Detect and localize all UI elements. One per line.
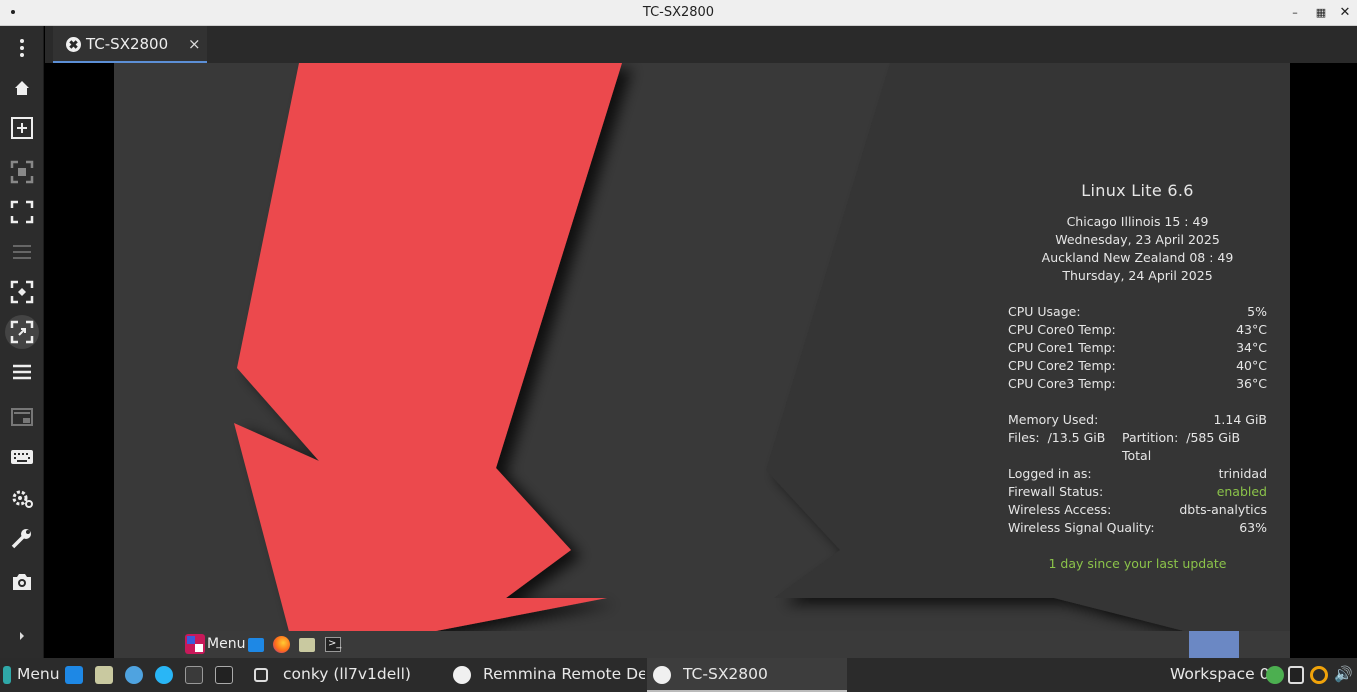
- scale-icon[interactable]: [5, 275, 39, 309]
- remote-workspace-indicator[interactable]: [1189, 631, 1239, 658]
- tray-volume-icon[interactable]: 🔊: [1334, 658, 1353, 692]
- local-files-icon[interactable]: [95, 666, 113, 684]
- local-menu-button[interactable]: Menu: [17, 658, 60, 692]
- local-desktop-icon[interactable]: [65, 666, 83, 684]
- task-remmina[interactable]: Remmina Remote De...: [483, 658, 645, 692]
- dynamic-resolution-icon[interactable]: [5, 315, 39, 349]
- core0-row: CPU Core0 Temp: 43°C: [1008, 322, 1267, 337]
- remote-firefox-icon[interactable]: [273, 636, 290, 653]
- update-status: 1 day since your last update: [1048, 556, 1227, 571]
- close-window-button[interactable]: ✕: [1335, 3, 1355, 23]
- remote-desktop-view[interactable]: Linux Lite 6.6 Chicago Illinois 15 : 49 …: [45, 63, 1357, 658]
- menu-dots-icon[interactable]: [5, 31, 39, 65]
- auckland-date: Thursday, 24 April 2025: [1062, 268, 1213, 283]
- tc-sx2800-app-icon: [653, 666, 671, 684]
- remote-desktop[interactable]: Linux Lite 6.6 Chicago Illinois 15 : 49 …: [114, 63, 1290, 658]
- conky-app-icon: [254, 668, 268, 682]
- chicago-time: Chicago Illinois 15 : 49: [1066, 214, 1209, 229]
- multi-monitor-icon: [5, 401, 39, 435]
- window-titlebar: TC-SX2800 – ▦ ✕: [0, 0, 1357, 26]
- screenshot-icon[interactable]: [5, 565, 39, 599]
- connection-tabbar: TC-SX2800 ×: [45, 26, 1357, 63]
- user-row: Logged in as: trinidad: [1008, 466, 1267, 481]
- remote-taskbar: Menu >_ 🔈: [183, 631, 1290, 658]
- local-editor-icon[interactable]: [185, 666, 203, 684]
- tray-display-icon[interactable]: [1288, 666, 1304, 684]
- new-connection-icon[interactable]: [5, 111, 39, 145]
- preferences-icon[interactable]: [5, 481, 39, 515]
- remote-files-icon[interactable]: [299, 638, 315, 652]
- memory-row: Memory Used: 1.14 GiB: [1008, 412, 1267, 427]
- remote-menu-logo-icon[interactable]: [185, 634, 205, 654]
- core3-row: CPU Core3 Temp: 36°C: [1008, 376, 1267, 391]
- local-edge-icon[interactable]: [155, 666, 173, 684]
- chicago-date: Wednesday, 23 April 2025: [1055, 232, 1220, 247]
- tray-update-icon[interactable]: [1310, 666, 1328, 684]
- fullscreen-icon[interactable]: [5, 195, 39, 229]
- task-conky[interactable]: conky (ll7v1dell): [283, 658, 433, 692]
- conky-title: Linux Lite 6.6: [1081, 181, 1194, 200]
- tab-label: TC-SX2800: [86, 35, 169, 53]
- local-terminal-icon[interactable]: [215, 666, 233, 684]
- wireless-row: Wireless Access: dbts-analytics: [1008, 502, 1267, 517]
- window-title: TC-SX2800: [642, 5, 715, 20]
- local-menu-logo-icon[interactable]: [3, 666, 11, 684]
- tab-tc-sx2800[interactable]: TC-SX2800 ×: [53, 26, 207, 63]
- remmina-app-icon: [453, 666, 471, 684]
- files-row: Files: /13.5 GiB Partition: /585 GiB Tot…: [1008, 430, 1241, 463]
- tools-icon[interactable]: [5, 521, 39, 555]
- local-taskbar: Menu conky (ll7v1dell) Remmina Remote De…: [0, 658, 1357, 692]
- firewall-status: enabled: [1216, 484, 1267, 499]
- remmina-toolbar: [0, 26, 44, 658]
- conky-widget: Linux Lite 6.6 Chicago Illinois 15 : 49 …: [1008, 181, 1267, 573]
- expand-toolbar-icon[interactable]: [5, 619, 39, 653]
- local-browser-icon[interactable]: [125, 666, 143, 684]
- auckland-time: Auckland New Zealand 08 : 49: [1041, 250, 1234, 265]
- tray-remmina-icon[interactable]: [1266, 666, 1284, 684]
- keyboard-icon[interactable]: [5, 440, 39, 474]
- firewall-row: Firewall Status: enabled: [1008, 484, 1267, 499]
- list-disabled-icon: [5, 235, 39, 269]
- core2-row: CPU Core2 Temp: 40°C: [1008, 358, 1267, 373]
- tab-close-button[interactable]: ×: [188, 35, 201, 53]
- remmina-icon: [66, 37, 81, 52]
- core1-row: CPU Core1 Temp: 34°C: [1008, 340, 1267, 355]
- maximize-button[interactable]: ▦: [1311, 3, 1331, 23]
- workspace-switcher[interactable]: Workspace 0: [1170, 658, 1270, 692]
- remote-terminal-icon[interactable]: >_: [325, 637, 341, 652]
- remote-menu-button[interactable]: Menu: [207, 636, 245, 652]
- remote-desktop-icon[interactable]: [248, 638, 264, 652]
- home-icon[interactable]: [5, 71, 39, 105]
- signal-row: Wireless Signal Quality: 63%: [1008, 520, 1267, 535]
- menu-list-icon[interactable]: [5, 355, 39, 389]
- minimize-button[interactable]: –: [1285, 3, 1305, 23]
- fit-window-icon[interactable]: [5, 155, 39, 189]
- cpu-usage-row: CPU Usage: 5%: [1008, 304, 1267, 319]
- task-tc-sx2800[interactable]: TC-SX2800: [683, 658, 843, 692]
